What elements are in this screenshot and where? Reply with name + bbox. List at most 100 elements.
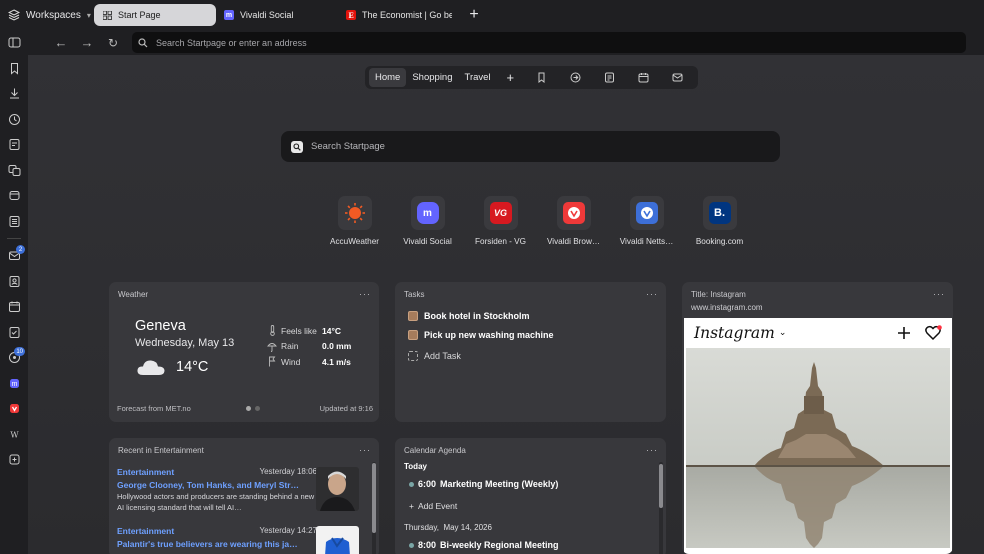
side-panel: 2 10 m W [0, 30, 28, 554]
workspaces-icon [8, 9, 20, 21]
new-tab-button[interactable]: + [464, 6, 484, 24]
arrow-right-icon: → [80, 35, 94, 50]
more-icon[interactable]: ··· [933, 289, 945, 299]
feeds-icon[interactable]: 10 [0, 345, 28, 371]
address-bar-row: ← → ↻ [28, 30, 984, 55]
nav-travel[interactable]: Travel [459, 68, 497, 87]
instagram-webview[interactable]: Instagram ⌄ [684, 318, 952, 554]
more-icon[interactable]: ··· [646, 289, 658, 299]
speed-dial-tile: m [410, 196, 445, 230]
add-group-button[interactable]: + [497, 70, 525, 85]
mastodon-icon[interactable]: m [0, 371, 28, 397]
tab-vivaldi-social[interactable]: m Vivaldi Social [216, 4, 338, 26]
mail-icon[interactable]: 2 [0, 243, 28, 269]
plus-icon[interactable] [897, 326, 911, 340]
speed-dial-vivaldi-browser[interactable]: Vivaldi Brow… [537, 196, 610, 246]
news-headline[interactable]: Palantir's true believers are wearing th… [117, 539, 317, 549]
history-icon[interactable] [558, 69, 592, 87]
startpage-search[interactable] [281, 131, 780, 162]
flag-icon [266, 356, 278, 367]
tab-start-page[interactable]: Start Page [94, 4, 216, 26]
speed-dial-label: Booking.com [695, 237, 744, 246]
weather-city: Geneva [135, 318, 186, 334]
nav-home[interactable]: Home [369, 68, 407, 87]
nav-shopping[interactable]: Shopping [406, 68, 458, 87]
agenda-date: May 14, 2026 [443, 523, 492, 532]
contacts-icon[interactable] [0, 269, 28, 295]
news-item[interactable]: Entertainment Yesterday 14:27 Palantir's… [117, 526, 317, 549]
calendar-event[interactable]: 8:00 Bi-weekly Regional Meeting [409, 540, 559, 550]
address-bar[interactable] [132, 32, 966, 53]
event-title: Bi-weekly Regional Meeting [440, 540, 559, 550]
task-checkbox[interactable] [408, 311, 418, 321]
address-input[interactable] [156, 37, 856, 48]
workspaces-button[interactable]: Workspaces ▾ [0, 0, 94, 30]
vivaldi-icon [635, 202, 658, 224]
scrollbar-thumb[interactable] [659, 464, 663, 508]
tab-label: Start Page [118, 10, 161, 20]
bookmark-icon[interactable] [0, 56, 28, 82]
speed-dial-vivaldi-social[interactable]: m Vivaldi Social [391, 196, 464, 246]
add-panel-icon[interactable] [0, 447, 28, 473]
stat-key: Feels like [281, 325, 317, 336]
more-icon[interactable]: ··· [359, 445, 371, 455]
rain-row: Rain 0.0 mm [266, 339, 351, 355]
tasks-icon[interactable] [0, 320, 28, 346]
vivaldi-icon [562, 202, 585, 224]
window-icon[interactable] [0, 183, 28, 209]
task-item[interactable]: Pick up new washing machine [408, 330, 554, 340]
speed-dial-vg[interactable]: VG Forsiden - VG [464, 196, 537, 246]
calendar-icon[interactable] [0, 294, 28, 320]
scrollbar-thumb[interactable] [372, 463, 376, 533]
notes-icon[interactable] [0, 132, 28, 158]
translate-icon[interactable] [0, 158, 28, 184]
heart-icon[interactable] [925, 324, 942, 341]
back-button[interactable]: ← [48, 32, 74, 54]
tab-label: Vivaldi Social [240, 10, 294, 20]
calendar-icon[interactable] [626, 69, 660, 87]
speed-dial-booking[interactable]: B. Booking.com [683, 196, 756, 246]
widget-title: Recent in Entertainment [118, 445, 204, 455]
news-item[interactable]: Entertainment Yesterday 18:06 George Clo… [117, 467, 317, 513]
forward-button[interactable]: → [74, 32, 100, 54]
plus-icon: + [409, 501, 414, 511]
notes-icon[interactable] [592, 69, 626, 87]
mont-saint-michel-image[interactable] [686, 348, 950, 548]
reading-list-icon[interactable] [0, 209, 28, 235]
wikipedia-icon[interactable]: W [0, 422, 28, 448]
news-thumbnail[interactable] [316, 467, 359, 511]
stat-value: 0.0 mm [322, 341, 352, 352]
speed-dial-accuweather[interactable]: AccuWeather [318, 196, 391, 246]
reload-button[interactable]: ↻ [100, 32, 126, 54]
more-icon[interactable]: ··· [359, 289, 371, 299]
startpage-search-input[interactable] [311, 141, 731, 152]
news-thumbnail[interactable] [316, 526, 359, 554]
speed-dial-vivaldi-netts[interactable]: Vivaldi Netts… [610, 196, 683, 246]
stat-key: Rain [281, 341, 299, 352]
weather-source[interactable]: Forecast from MET.no [117, 404, 191, 413]
speed-dials: AccuWeather m Vivaldi Social VG Forsiden… [318, 196, 756, 246]
add-task-button[interactable]: Add Task [408, 351, 461, 361]
economist-icon: E [346, 10, 356, 20]
bookmark-icon[interactable] [524, 69, 558, 87]
chevron-down-icon: ⌄ [778, 327, 787, 337]
calendar-event[interactable]: 6:00 Marketing Meeting (Weekly) [409, 479, 558, 489]
news-headline[interactable]: George Clooney, Tom Hanks, and Meryl Str… [117, 480, 317, 490]
tab-economist[interactable]: E The Economist | Go beyon [338, 4, 460, 26]
start-page: Home Shopping Travel + Search Startpage … [28, 55, 984, 554]
add-event-button[interactable]: + Add Event [409, 501, 457, 511]
vivaldi-icon[interactable] [0, 396, 28, 422]
tab-label: The Economist | Go beyon [362, 10, 452, 20]
instagram-logo[interactable]: Instagram ⌄ [694, 324, 786, 342]
history-icon[interactable] [0, 107, 28, 133]
svg-text:m: m [11, 381, 17, 388]
mail-icon[interactable] [660, 69, 694, 87]
download-icon[interactable] [0, 81, 28, 107]
task-checkbox[interactable] [408, 330, 418, 340]
widget-url[interactable]: www.instagram.com [691, 303, 763, 312]
speed-dial-tile: VG [483, 196, 518, 230]
panel-toggle-icon[interactable] [0, 30, 28, 56]
entertainment-widget: Recent in Entertainment ··· Entertainmen… [109, 438, 379, 554]
task-item[interactable]: Book hotel in Stockholm [408, 311, 530, 321]
more-icon[interactable]: ··· [646, 445, 658, 455]
